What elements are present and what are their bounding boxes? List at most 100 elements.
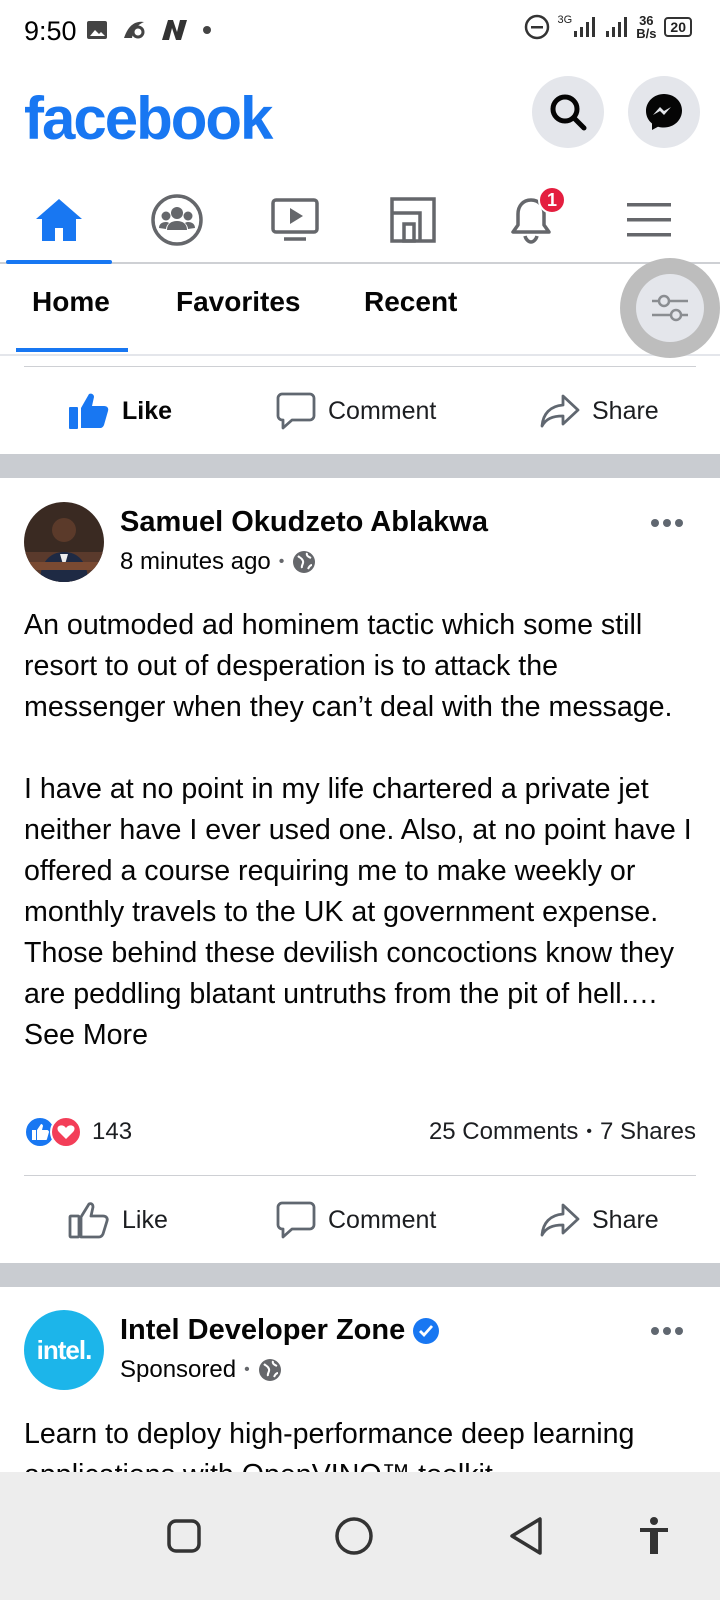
globe-icon	[258, 1359, 281, 1381]
prev-comment-button[interactable]: Comment	[276, 367, 436, 455]
post2-author[interactable]: Intel Developer Zone	[120, 1314, 405, 1347]
prev-like-button[interactable]: Like	[68, 367, 172, 455]
post1-reactions-row: 143 25 Comments • 7 Shares	[24, 1112, 696, 1152]
messenger-icon	[646, 94, 682, 130]
love-reaction-icon	[50, 1116, 82, 1148]
post2-more-button[interactable]	[650, 1310, 684, 1344]
stats-dot: •	[586, 1123, 592, 1140]
prev-comment-label: Comment	[328, 396, 437, 425]
post1-paragraph-1: An outmoded ad hominem tactic which some…	[24, 609, 673, 723]
post1-paragraph-2: I have at no point in my life chartered …	[24, 773, 700, 1010]
feed-settings-button[interactable]	[620, 258, 720, 358]
sliders-icon	[652, 294, 688, 322]
search-icon	[550, 94, 587, 131]
comment-icon	[276, 1201, 316, 1239]
signal-icon-1	[574, 17, 596, 37]
post1-header: Samuel Okudzeto Ablakwa 8 minutes ago •	[24, 502, 696, 582]
tab-notifications[interactable]: 1	[472, 178, 590, 262]
tab-groups[interactable]	[118, 178, 236, 262]
post2-avatar[interactable]: intel.	[24, 1310, 104, 1390]
post1-author[interactable]: Samuel Okudzeto Ablakwa	[120, 506, 488, 539]
post1-meta: 8 minutes ago •	[120, 548, 316, 576]
status-system-icons: 3G 36 B/s 20	[524, 14, 692, 41]
signal-icon-2	[606, 17, 628, 37]
recents-icon	[167, 1519, 201, 1553]
notification-badge: 1	[538, 186, 566, 214]
post1-share-label: Share	[592, 1205, 659, 1234]
shares-count[interactable]: 7 Shares	[600, 1118, 696, 1146]
see-more-link[interactable]: See More	[24, 1019, 148, 1051]
status-notification-icons	[86, 18, 212, 42]
feed-separator	[0, 1263, 720, 1287]
post1-text: An outmoded ad hominem tactic which some…	[24, 605, 700, 1056]
system-nav-bar	[0, 1472, 720, 1600]
verified-badge-icon	[413, 1317, 440, 1344]
post2-meta: Sponsored •	[120, 1356, 282, 1384]
post1-paragraph-2-wrap: I have at no point in my life chartered …	[24, 769, 700, 1056]
n-app-icon	[162, 20, 187, 40]
globe-icon	[293, 551, 316, 573]
post1-like-label: Like	[122, 1205, 168, 1234]
tab-menu[interactable]	[590, 178, 708, 262]
groups-icon	[151, 194, 203, 246]
home-icon	[36, 199, 82, 241]
facebook-logo: facebook	[24, 85, 273, 152]
reaction-summary[interactable]: 143	[24, 1116, 132, 1148]
battery-indicator: 20	[664, 17, 692, 37]
intel-logo-text: intel.	[36, 1334, 93, 1365]
home-nav-button[interactable]	[318, 1500, 390, 1572]
comment-icon	[276, 392, 316, 430]
post2-sponsored[interactable]: Sponsored	[120, 1356, 236, 1384]
filter-recent[interactable]: Recent	[364, 286, 457, 318]
accessibility-button[interactable]	[618, 1500, 690, 1572]
comments-count[interactable]: 25 Comments	[429, 1118, 578, 1146]
recents-button[interactable]	[148, 1500, 220, 1572]
post1-like-button[interactable]: Like	[68, 1176, 168, 1264]
thumbs-up-icon	[68, 1202, 109, 1239]
search-button[interactable]	[532, 76, 604, 148]
status-time: 9:50	[24, 16, 77, 46]
back-button[interactable]	[490, 1500, 562, 1572]
messenger-button[interactable]	[628, 76, 700, 148]
filter-home[interactable]: Home	[32, 286, 110, 318]
gallery-icon	[87, 21, 107, 39]
post2-header: intel. Intel Developer Zone Sponsored •	[24, 1310, 696, 1390]
video-icon	[271, 198, 319, 241]
network-type: 3G	[557, 14, 573, 26]
circle-home-icon	[335, 1517, 373, 1555]
app-header: facebook	[0, 64, 720, 172]
post1-paragraph-gap	[24, 728, 700, 769]
post1-share-button[interactable]: Share	[540, 1176, 659, 1264]
post1-comment-button[interactable]: Comment	[276, 1176, 436, 1264]
post2-text: Learn to deploy high-performance deep le…	[24, 1418, 635, 1472]
main-tabs: 1	[0, 178, 720, 264]
post1-avatar[interactable]	[24, 502, 104, 582]
back-triangle-icon	[510, 1517, 542, 1555]
more-options-icon	[651, 1327, 683, 1335]
post1-more-button[interactable]	[650, 502, 684, 536]
tab-home[interactable]	[0, 178, 118, 264]
post1-actions: Like Comment Share	[24, 1175, 696, 1263]
filter-favorites[interactable]: Favorites	[176, 286, 301, 318]
feed-settings-inner	[636, 274, 704, 342]
author-photo	[24, 502, 104, 582]
thumbs-up-filled-icon	[69, 393, 109, 429]
post2-text-clip: Learn to deploy high-performance deep le…	[24, 1414, 700, 1472]
share-icon	[540, 394, 580, 428]
post2-author-wrap: Intel Developer Zone	[120, 1314, 440, 1347]
speed-unit: B/s	[636, 26, 657, 41]
tab-marketplace[interactable]	[354, 178, 472, 262]
tab-video[interactable]	[236, 178, 354, 262]
app-notification-icon	[124, 21, 145, 39]
more-options-icon	[651, 519, 683, 527]
feed-separator	[0, 454, 720, 478]
post2-meta-dot: •	[244, 1361, 250, 1378]
prev-share-button[interactable]: Share	[540, 367, 659, 455]
status-bar: 9:50 3G 36 B/s 20	[0, 0, 720, 64]
share-icon	[540, 1203, 580, 1237]
post1-comment-label: Comment	[328, 1205, 437, 1234]
menu-icon	[627, 203, 671, 237]
post1-time[interactable]: 8 minutes ago	[120, 548, 271, 576]
prev-like-label: Like	[122, 396, 173, 425]
reaction-count: 143	[92, 1118, 133, 1145]
